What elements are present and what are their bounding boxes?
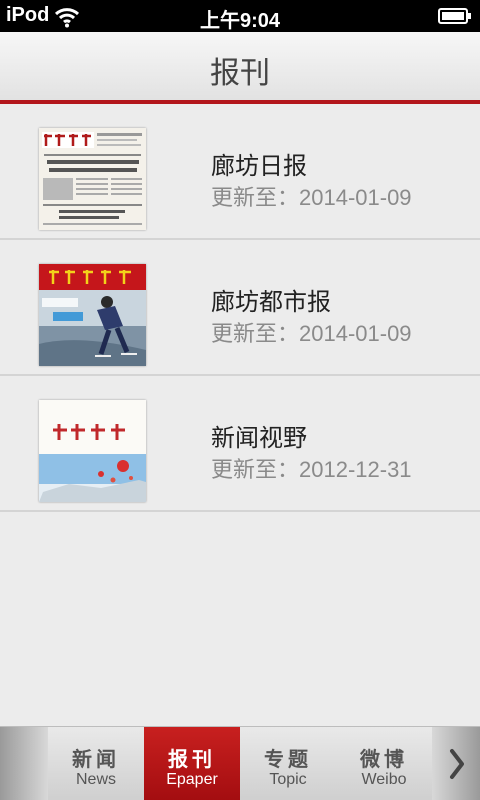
tab-scroll-right-button[interactable] [432,727,480,800]
list-item[interactable]: 新闻视野 更新至：2012-12-31 [0,376,480,512]
tab-bar-left-edge [0,727,48,800]
tab-label-cn: 报刊 [168,749,216,771]
chevron-right-icon [450,749,464,779]
list-item[interactable]: 廊坊都市报 更新至：2014-01-09 [0,240,480,376]
list-item[interactable]: 廊坊日报 更新至：2014-01-09 [0,104,480,240]
battery-icon [438,8,471,24]
tab-label-cn: 新闻 [72,749,120,771]
paper-title: 廊坊都市报 [211,289,331,316]
paper-updated: 更新至：2014-01-09 [211,185,412,210]
tab-label-cn: 专题 [264,749,312,771]
tab-label-en: Epaper [166,771,218,788]
paper-title: 廊坊日报 [211,153,307,180]
tab-news[interactable]: 新闻 News [48,727,144,800]
tab-epaper[interactable]: 报刊 Epaper [144,727,240,800]
tab-bar: 新闻 News 报刊 Epaper 专题 Topic 微博 Weibo [0,726,480,800]
magazine-cover-balloons-icon [39,400,146,502]
tab-label-cn: 微博 [360,749,408,771]
tab-label-en: Weibo [361,771,407,788]
tab-label-en: News [75,771,116,788]
tab-label-en: Topic [269,771,307,788]
newspaper-cover-skater-icon [39,264,146,366]
paper-list: 廊坊日报 更新至：2014-01-09 廊坊都市报 更新至：2014-01-09… [0,104,480,512]
paper-updated: 更新至：2014-01-09 [211,321,412,346]
status-time: 上午9:04 [199,10,281,32]
newspaper-front-page-icon [39,128,146,230]
page-title: 报刊 [210,57,270,90]
tab-weibo[interactable]: 微博 Weibo [336,727,432,800]
tab-topic[interactable]: 专题 Topic [240,727,336,800]
paper-updated: 更新至：2012-12-31 [211,457,412,482]
nav-bar: 报刊 [0,32,480,104]
paper-title: 新闻视野 [211,425,307,452]
screen: iPod 上午9:04 报刊 廊坊日报 更新至：2014-01-09 廊坊都市报… [0,0,480,800]
status-bar: iPod 上午9:04 [0,0,480,32]
